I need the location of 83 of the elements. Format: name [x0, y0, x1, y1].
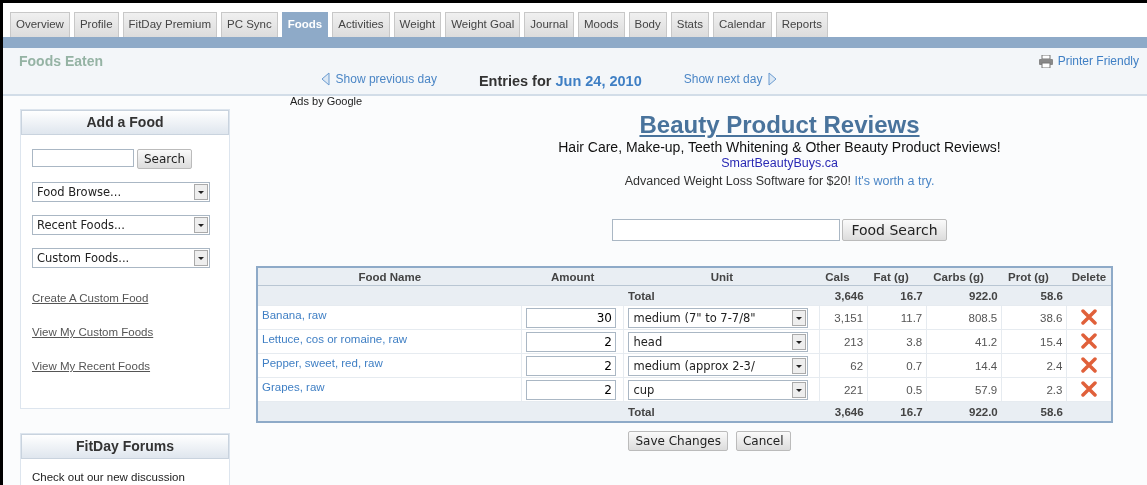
- caret-icon: [792, 309, 807, 326]
- nav-tab[interactable]: Profile: [73, 12, 119, 37]
- nav-tab[interactable]: Journal: [524, 12, 574, 37]
- table-cell: 11.7: [867, 305, 927, 330]
- dropdown[interactable]: Custom Foods...: [32, 248, 210, 268]
- unit-dropdown[interactable]: medium (approx 2-3/: [628, 355, 809, 376]
- total-label: Total: [624, 401, 820, 422]
- panel-title: Add a Food: [21, 110, 229, 135]
- ad-url-link[interactable]: SmartBeautyBuys.ca: [721, 156, 838, 170]
- nav-tab[interactable]: Stats: [670, 12, 709, 37]
- nav-tab[interactable]: Moods: [578, 12, 625, 37]
- amount-field[interactable]: 2: [526, 379, 616, 400]
- page-title: Foods Eaten: [19, 53, 103, 69]
- printer-icon: [1037, 54, 1054, 68]
- unit-dropdown[interactable]: medium (7" to 7-7/8": [628, 307, 809, 328]
- printer-friendly-link[interactable]: Printer Friendly: [1037, 54, 1139, 68]
- total-cell: 58.6: [1001, 285, 1067, 306]
- next-day-link[interactable]: Show next day: [683, 72, 778, 86]
- table-cell: 3,151: [819, 305, 868, 330]
- total-cell: 922.0: [926, 285, 1002, 306]
- caret-icon: [194, 217, 208, 233]
- delete-icon[interactable]: [1081, 308, 1098, 325]
- delete-icon[interactable]: [1081, 332, 1098, 349]
- sidebar-link[interactable]: View My Custom Foods: [32, 326, 229, 338]
- total-label: Total: [624, 285, 820, 306]
- search-button[interactable]: Search: [137, 149, 193, 169]
- nav-tab[interactable]: Weight: [393, 12, 442, 37]
- nav-tab[interactable]: Body: [628, 12, 667, 37]
- amount-field[interactable]: 2: [526, 331, 616, 352]
- total-cell: 922.0: [926, 401, 1002, 422]
- entries-heading: Entries for Jun 24, 2010: [478, 73, 642, 89]
- unit-dropdown[interactable]: cup: [628, 379, 809, 400]
- form-button[interactable]: Save Changes: [628, 431, 728, 451]
- ad-description: Hair Care, Make-up, Teeth Whitening & Other Beauty Product Reviews!: [558, 139, 1001, 155]
- total-cell: 58.6: [1001, 401, 1067, 422]
- delete-icon[interactable]: [1081, 356, 1098, 373]
- right-triangle-icon: [768, 72, 778, 86]
- delete-icon[interactable]: [1081, 380, 1098, 397]
- column-header: Cals: [819, 267, 868, 286]
- amount-field[interactable]: 30: [526, 307, 616, 328]
- total-cell: 16.7: [867, 401, 927, 422]
- column-header: Carbs (g): [926, 267, 1002, 286]
- search-field[interactable]: [32, 149, 134, 167]
- total-cell: 3,646: [819, 401, 868, 422]
- caret-icon: [792, 381, 807, 398]
- nav-tab[interactable]: Weight Goal: [445, 12, 521, 37]
- column-header: Fat (g): [867, 267, 927, 286]
- column-header: Delete: [1066, 267, 1112, 286]
- ad-headline-link[interactable]: Beauty Product Reviews: [639, 111, 920, 139]
- panel-title: FitDay Forums: [21, 434, 229, 459]
- forum-text: Check out our new discussion: [31, 470, 186, 483]
- column-header: Unit: [624, 267, 820, 286]
- nav-tab[interactable]: FitDay Premium: [122, 12, 217, 37]
- caret-icon: [194, 184, 208, 200]
- dropdown[interactable]: Recent Foods...: [32, 215, 210, 235]
- unit-dropdown[interactable]: head: [628, 331, 809, 352]
- column-header: Amount: [521, 267, 624, 286]
- nav-tab[interactable]: Activities: [332, 12, 390, 37]
- food-search-field[interactable]: [612, 219, 841, 241]
- promo-text: Advanced Weight Loss Software for $20! It's worth a try.: [624, 174, 935, 188]
- table-cell: 808.5: [926, 305, 1002, 330]
- promo-link[interactable]: It's worth a try.: [854, 174, 935, 188]
- food-search-button[interactable]: Food Search: [842, 219, 947, 241]
- sidebar-link[interactable]: Create A Custom Food: [32, 292, 229, 304]
- dropdown[interactable]: Food Browse...: [32, 182, 210, 202]
- left-triangle-icon: [320, 72, 330, 86]
- caret-icon: [194, 250, 208, 266]
- caret-icon: [792, 333, 807, 350]
- total-cell: 3,646: [819, 285, 868, 306]
- total-cell: 16.7: [867, 285, 927, 306]
- amount-field[interactable]: 2: [526, 355, 616, 376]
- previous-day-link[interactable]: Show previous day: [320, 72, 437, 86]
- ads-label: Ads by Google: [290, 95, 363, 107]
- form-button[interactable]: Cancel: [735, 431, 791, 451]
- nav-tab[interactable]: Overview: [10, 12, 70, 37]
- column-header: Prot (g): [1001, 267, 1067, 286]
- table-cell: 38.6: [1001, 305, 1067, 330]
- nav-tab[interactable]: PC Sync: [221, 12, 278, 37]
- sidebar-link[interactable]: View My Recent Foods: [32, 360, 229, 372]
- caret-icon: [792, 357, 807, 374]
- nav-tab[interactable]: Reports: [775, 12, 828, 37]
- column-header: Food Name: [257, 267, 522, 286]
- nav-tab[interactable]: Calendar: [712, 12, 772, 37]
